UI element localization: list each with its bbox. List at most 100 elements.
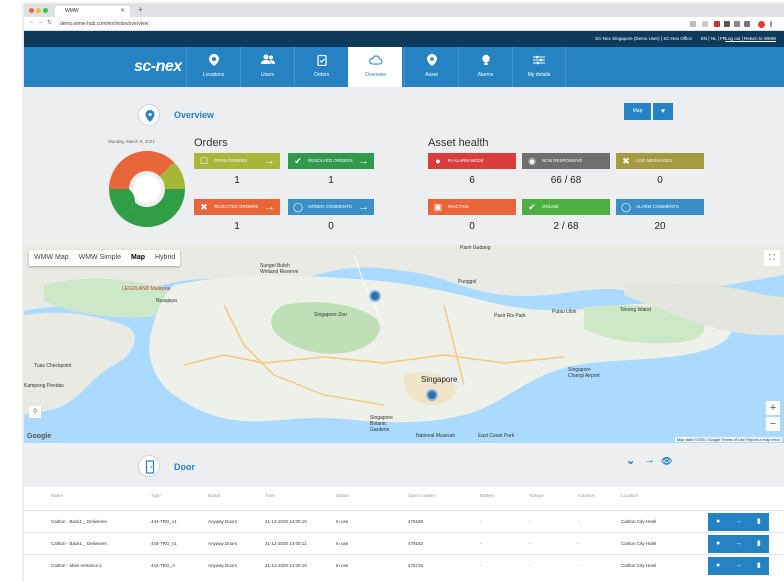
logo[interactable]: sc-nex bbox=[134, 58, 182, 76]
page-title: Overview bbox=[174, 110, 215, 120]
overview-panel: Overview Map ♥ Monday, March 8, 2021 Ord… bbox=[24, 87, 784, 245]
column-header[interactable]: Name bbox=[51, 493, 63, 498]
column-header[interactable]: Location bbox=[621, 493, 638, 498]
map-type-wmw[interactable]: WMW Map bbox=[29, 250, 74, 266]
nav-label: Locations bbox=[202, 72, 225, 78]
extension-icon[interactable] bbox=[744, 21, 750, 27]
alarm-icon: ● bbox=[435, 156, 441, 166]
column-header[interactable]: Brand bbox=[208, 493, 220, 498]
alarm-comments-tile[interactable]: ◯ Alarm comments bbox=[616, 199, 704, 215]
eye-icon[interactable]: 👁 bbox=[661, 456, 672, 467]
comment-icon: ◯ bbox=[293, 202, 304, 212]
arrow-right-icon: → bbox=[264, 201, 275, 213]
tile-value: 1 bbox=[234, 175, 240, 186]
column-header[interactable]: Intrusion bbox=[578, 493, 595, 498]
table-row[interactable]: Carlton - Main entrance 1 444-TRG_A Anyw… bbox=[24, 554, 784, 576]
map-view[interactable]: WMW Map WMW Simple Map Hybrid ⛶ Pasir Gu… bbox=[24, 245, 784, 443]
map-type-map[interactable]: Map bbox=[126, 250, 150, 266]
extension-icon[interactable] bbox=[724, 21, 730, 27]
nav-alarms[interactable]: Alarms bbox=[458, 47, 512, 87]
nav-overview[interactable]: Overview bbox=[348, 47, 402, 87]
nav-asset[interactable]: Asset bbox=[404, 47, 458, 87]
fullscreen-button[interactable]: ⛶ bbox=[764, 250, 780, 266]
new-tab-icon[interactable]: + bbox=[138, 5, 143, 14]
arrow-right-icon[interactable]: → bbox=[644, 454, 655, 466]
open-icon[interactable]: → bbox=[728, 513, 748, 531]
map-type-hybrid[interactable]: Hybrid bbox=[150, 250, 180, 266]
main-navbar: sc-nex Locations Users Orders Overview A… bbox=[24, 47, 784, 87]
order-comments-tile[interactable]: ◯ Order comments → bbox=[288, 199, 374, 215]
zoom-level-box: 0 bbox=[29, 406, 41, 418]
maximize-window-icon[interactable] bbox=[43, 8, 48, 13]
logout-link[interactable]: Log out | Return to WMW bbox=[725, 31, 776, 47]
map-button[interactable]: Map bbox=[624, 103, 651, 120]
nav-orders[interactable]: Orders bbox=[294, 47, 348, 87]
column-header[interactable]: Type bbox=[151, 493, 161, 498]
column-header[interactable]: Open counter bbox=[408, 493, 435, 498]
search-icon[interactable] bbox=[690, 21, 696, 27]
cell-tamper: - bbox=[529, 519, 531, 524]
column-header[interactable]: Battery bbox=[480, 493, 494, 498]
chevron-down-icon[interactable]: ⌄ bbox=[626, 454, 635, 467]
favorite-button[interactable]: ♥ bbox=[653, 103, 673, 120]
menu-icon[interactable] bbox=[770, 21, 772, 27]
view-icon[interactable]: ● bbox=[708, 513, 728, 531]
delete-icon[interactable]: ▮ bbox=[749, 557, 769, 575]
delete-icon[interactable]: ▮ bbox=[749, 535, 769, 553]
cell-open-counter: 476718 bbox=[408, 563, 424, 568]
cell-battery: - bbox=[480, 563, 482, 568]
table-row[interactable]: Carlton - Back1 _ Deliveries 444-TRG_v1 … bbox=[24, 532, 784, 554]
x-icon: ✖ bbox=[200, 202, 208, 212]
extension-icon[interactable] bbox=[714, 21, 720, 27]
column-header[interactable]: Tamper bbox=[529, 493, 544, 498]
extension-icon[interactable] bbox=[734, 21, 740, 27]
cell-time: 21-12-2020 14:00:10 bbox=[265, 563, 307, 568]
table-row[interactable]: Carlton - Back1 _ Deliveries 444-TRG_v1 … bbox=[24, 510, 784, 532]
map-label: Singapore bbox=[421, 375, 458, 384]
zoom-out-button[interactable]: − bbox=[766, 417, 780, 431]
map-attribution[interactable]: Map data ©2021 Google Terms of Use Repor… bbox=[674, 437, 782, 442]
close-window-icon[interactable] bbox=[29, 8, 34, 13]
star-icon[interactable] bbox=[702, 21, 708, 27]
open-orders-tile[interactable]: ☐ Open orders → bbox=[194, 153, 280, 169]
nav-my-details[interactable]: My details bbox=[512, 47, 566, 87]
rejected-orders-tile[interactable]: ✖ Rejected orders → bbox=[194, 199, 280, 215]
column-header[interactable]: Time bbox=[265, 493, 275, 498]
clipboard-icon: ☐ bbox=[199, 156, 209, 166]
nav-locations[interactable]: Locations bbox=[186, 47, 240, 87]
in-alarm-mode-tile[interactable]: ● In alarm mode bbox=[428, 153, 516, 169]
url-field[interactable]: demo.wmw-hub.com/en/vision/overview bbox=[60, 19, 148, 29]
online-tile[interactable]: ✔ Online bbox=[522, 199, 610, 215]
map-type-wmw-simple[interactable]: WMW Simple bbox=[74, 250, 126, 266]
profile-avatar[interactable] bbox=[758, 21, 765, 28]
cell-open-counter: 479182 bbox=[408, 541, 424, 546]
view-icon[interactable]: ● bbox=[708, 535, 728, 553]
inactive-tile[interactable]: ▣ Inactive bbox=[428, 199, 516, 215]
tile-label: Log messages bbox=[636, 158, 673, 163]
tile-value: 0 bbox=[657, 175, 663, 186]
nav-users[interactable]: Users bbox=[240, 47, 294, 87]
asset-map-marker[interactable] bbox=[369, 290, 381, 302]
minimize-window-icon[interactable] bbox=[36, 8, 41, 13]
tile-label: Inactive bbox=[448, 204, 469, 209]
tile-value: 0 bbox=[469, 221, 475, 232]
zoom-in-button[interactable]: + bbox=[766, 401, 780, 415]
forward-icon[interactable]: → bbox=[38, 19, 44, 25]
language-switch[interactable]: EN | NL | FR bbox=[701, 31, 726, 47]
back-icon[interactable]: ← bbox=[29, 19, 35, 25]
close-tab-icon[interactable]: ✕ bbox=[120, 6, 125, 17]
open-icon[interactable]: → bbox=[728, 535, 748, 553]
log-messages-tile[interactable]: ✖ Log messages bbox=[616, 153, 704, 169]
browser-tab[interactable]: WMW ✕ bbox=[55, 6, 130, 17]
tile-value: 0 bbox=[328, 221, 334, 232]
asset-map-marker[interactable] bbox=[426, 389, 438, 401]
reload-icon[interactable]: ↻ bbox=[47, 19, 52, 26]
view-icon[interactable]: ● bbox=[708, 557, 728, 575]
resolved-orders-tile[interactable]: ✔ Resolved orders → bbox=[288, 153, 374, 169]
non-responsive-tile[interactable]: ◉ Non responsive bbox=[522, 153, 610, 169]
column-header[interactable]: Status bbox=[336, 493, 349, 498]
cell-time: 21-12-2020 14:00:10 bbox=[265, 519, 307, 524]
cell-status: In use bbox=[336, 563, 349, 568]
delete-icon[interactable]: ▮ bbox=[749, 513, 769, 531]
open-icon[interactable]: → bbox=[728, 557, 748, 575]
